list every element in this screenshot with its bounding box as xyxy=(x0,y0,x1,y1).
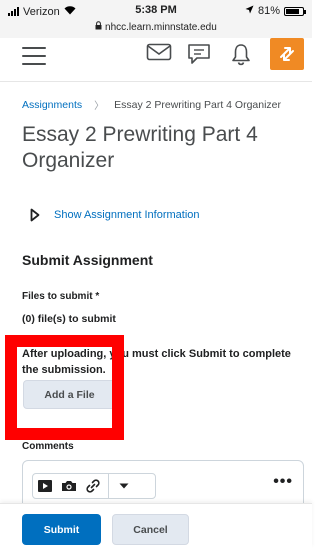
breadcrumb-link-assignments[interactable]: Assignments xyxy=(22,99,82,111)
url-text: nhcc.learn.minnstate.edu xyxy=(105,22,217,33)
hamburger-menu-icon[interactable] xyxy=(22,47,46,65)
caret-right-icon xyxy=(30,208,54,222)
show-info-toggle[interactable]: Show Assignment Information xyxy=(30,208,200,222)
link-icon[interactable] xyxy=(81,474,105,498)
battery-status: 81% xyxy=(245,5,306,17)
cancel-button[interactable]: Cancel xyxy=(112,514,189,545)
camera-icon[interactable] xyxy=(57,474,81,498)
brand-icon[interactable] xyxy=(270,38,304,70)
breadcrumb-current: Essay 2 Prewriting Part 4 Organizer xyxy=(114,98,282,111)
toolbar-divider xyxy=(108,474,109,498)
chevron-down-icon[interactable] xyxy=(112,474,136,498)
url-bar[interactable]: nhcc.learn.minnstate.edu xyxy=(0,21,312,33)
submit-button[interactable]: Submit xyxy=(22,514,101,545)
page-title: Essay 2 Prewriting Part 4 Organizer xyxy=(22,123,258,172)
location-arrow-icon xyxy=(245,5,254,17)
comments-label: Comments xyxy=(22,441,74,452)
battery-percent: 81% xyxy=(257,5,280,17)
video-icon[interactable] xyxy=(33,474,57,498)
battery-icon xyxy=(284,6,306,16)
bell-icon[interactable] xyxy=(229,42,253,71)
show-info-label: Show Assignment Information xyxy=(54,209,200,221)
breadcrumb: Assignments 〉 Essay 2 Prewriting Part 4 … xyxy=(22,97,282,113)
nav-bar xyxy=(0,38,312,82)
submit-section-heading: Submit Assignment xyxy=(22,252,153,268)
status-bar: Verizon 5:38 PM nhcc.learn.minnstate.edu… xyxy=(0,0,312,38)
breadcrumb-separator: 〉 xyxy=(94,101,105,112)
more-options-button[interactable]: ••• xyxy=(273,474,293,490)
action-footer: Submit Cancel xyxy=(0,503,312,548)
files-count: (0) file(s) to submit xyxy=(22,313,116,325)
editor-toolbar xyxy=(32,473,156,499)
chat-icon[interactable] xyxy=(186,42,212,73)
mail-icon[interactable] xyxy=(146,42,172,67)
lock-icon xyxy=(95,21,105,33)
annotation-highlight-box xyxy=(5,335,124,440)
files-to-submit-label: Files to submit * xyxy=(22,291,100,302)
